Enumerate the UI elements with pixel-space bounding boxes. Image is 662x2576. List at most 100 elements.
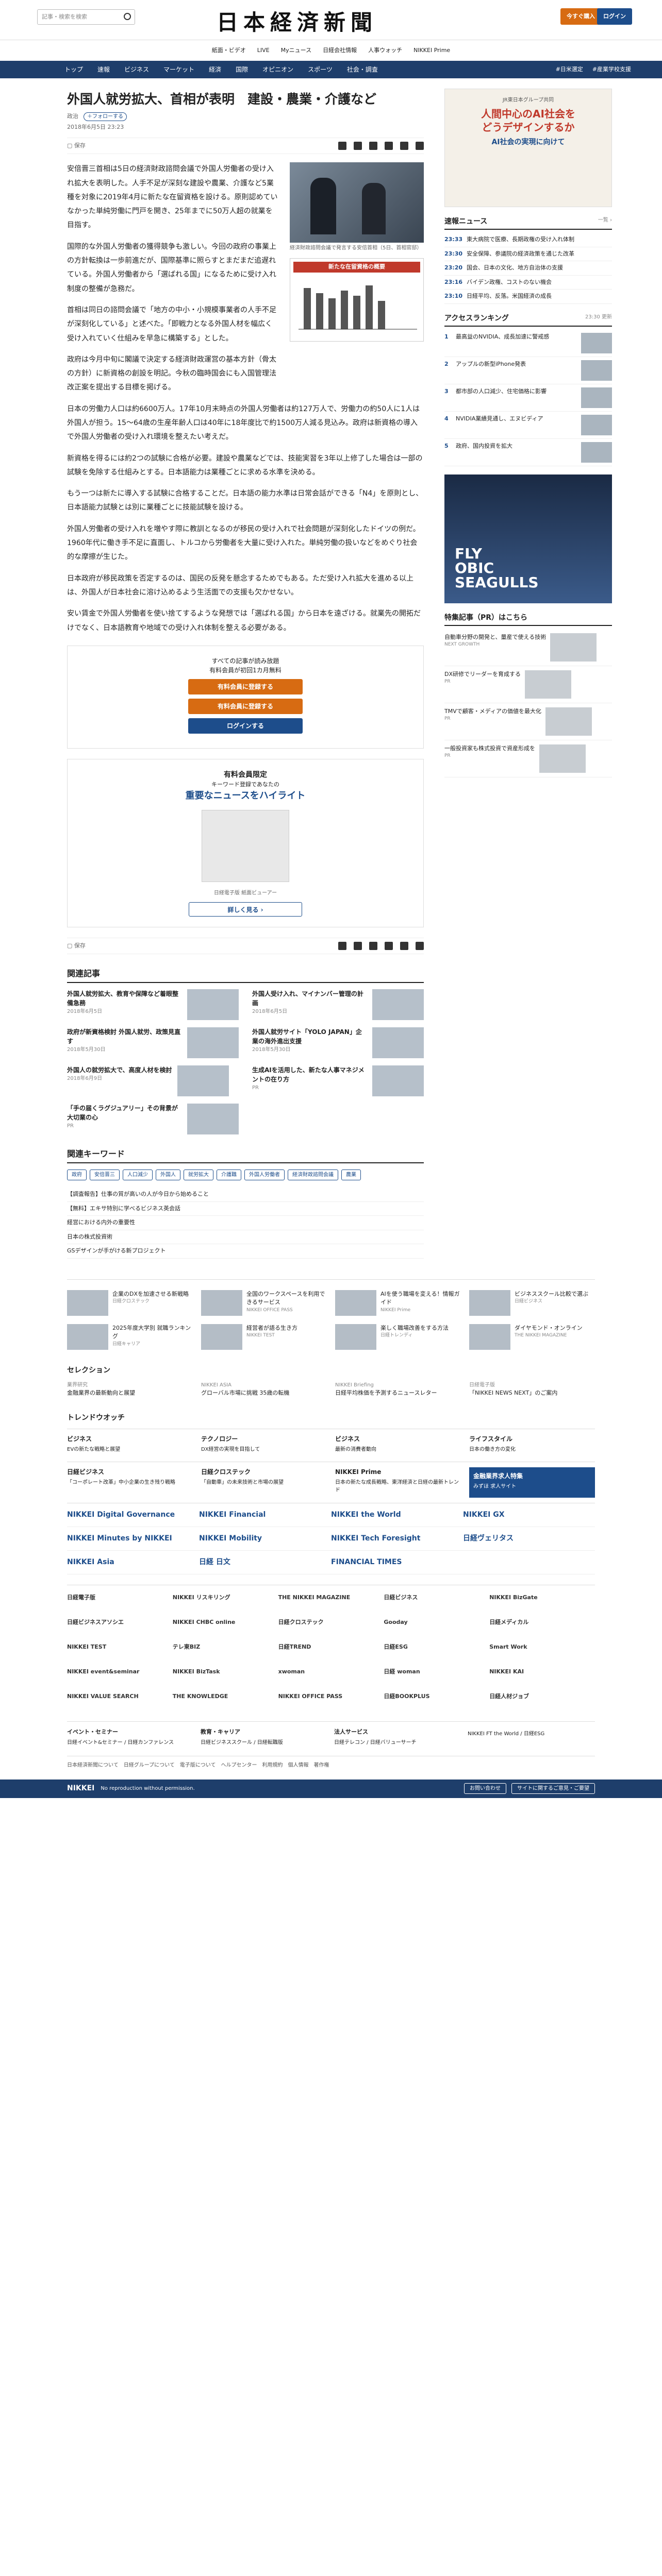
brand-link[interactable]: NIKKEI Asia (67, 1551, 199, 1575)
facebook-icon[interactable] (400, 142, 408, 150)
util-link[interactable]: LIVE (257, 46, 270, 55)
register-button-2[interactable]: 有料会員に登録する (188, 698, 303, 714)
contact-button[interactable]: お問い合わせ (464, 1783, 506, 1794)
nav-item[interactable]: 社会・調査 (347, 65, 378, 74)
related-item[interactable]: 外国人の就労拡大で、高度人材を検討 2018年6月9日 (67, 1065, 239, 1097)
keyword-tag[interactable]: 経済財政諮問会議 (288, 1170, 338, 1181)
save-icon[interactable]: ▢ 保存 (67, 142, 86, 150)
pr-item[interactable]: 一般投資家も株式投資で資産形成を PR (444, 740, 612, 777)
pr-item[interactable]: TMVで顧客・メディアの価値を最大化 PR (444, 703, 612, 740)
keyword-tag[interactable]: 農業 (341, 1170, 361, 1181)
news-more-link[interactable]: 一覧 › (598, 216, 612, 227)
brand-link[interactable]: NIKKEI Tech Foresight (331, 1527, 463, 1551)
news-item[interactable]: 23:16 バイデン政権、コストのない機会 (444, 276, 612, 290)
trend-item[interactable]: ライフスタイル 日本の働き方の変化 (469, 1434, 595, 1453)
promo-link[interactable]: 【無料】エキサ特別に学べるビジネス英会話 (67, 1202, 424, 1216)
nav-item[interactable]: トップ (64, 65, 83, 74)
selection-item[interactable]: 業界研究 金融業界の最新動向と展望 (67, 1381, 193, 1398)
service-brand[interactable]: Gooday (384, 1610, 489, 1635)
keyword-tag[interactable]: 外国人労働者 (244, 1170, 285, 1181)
keyword-tag[interactable]: 政府 (67, 1170, 87, 1181)
util-link[interactable]: Myニュース (281, 46, 311, 55)
service-item[interactable]: 日経ビジネス 「コーポレート改革」中小企業の生き残り戦略 (67, 1467, 193, 1498)
print-icon[interactable] (338, 142, 346, 150)
news-item[interactable]: 23:20 国会、日本の文化、地方自治体の支援 (444, 261, 612, 276)
brand-link[interactable] (463, 1551, 595, 1575)
nav-item[interactable]: ビジネス (124, 65, 149, 74)
selection-item[interactable]: 日経電子版 「NIKKEI NEWS NEXT」のご案内 (469, 1381, 595, 1398)
selection-item[interactable]: NIKKEI ASIA グローバル市場に挑戦 35歳の転機 (201, 1381, 327, 1398)
brand-link[interactable]: 日経ヴェリタス (463, 1527, 595, 1551)
util-link[interactable]: 日経会社情報 (323, 46, 357, 55)
related-item[interactable]: 「手の届くラグジュアリー」その背景が大切業の心 PR (67, 1104, 239, 1135)
print-icon[interactable] (338, 942, 346, 951)
promo-card[interactable]: 全国のワークスペースを利用できるサービス NIKKEI OFFICE PASS (201, 1290, 327, 1316)
gift-icon[interactable] (354, 942, 362, 951)
brand-link[interactable]: NIKKEI Financial (199, 1503, 331, 1528)
trend-item[interactable]: ビジネス 最新の消費者動向 (335, 1434, 461, 1453)
related-item[interactable]: 政府が新資格検討 外国人就労、政策見直す 2018年5月30日 (67, 1027, 239, 1059)
service-brand[interactable]: 日経 woman (384, 1659, 489, 1684)
site-logo[interactable]: 日本経済新聞 (217, 6, 377, 39)
promo-card[interactable]: 経営者が語る生き方 NIKKEI TEST (201, 1324, 327, 1350)
brand-link[interactable]: NIKKEI Minutes by NIKKEI (67, 1527, 199, 1551)
service-item[interactable]: 金融業界求人特集 みずほ 求人サイト (469, 1467, 595, 1498)
login-button[interactable]: ログイン (597, 8, 632, 25)
service-brand[interactable]: NIKKEI BizTask (173, 1659, 278, 1684)
related-item[interactable]: 外国人就労サイト「YOLO JAPAN」企業の海外進出支援 2018年5月30日 (252, 1027, 424, 1059)
promo-card[interactable]: 企業のDXを加速させる新戦略 日経クロステック (67, 1290, 193, 1316)
trend-item[interactable]: テクノロジー DX経営の実現を目指して (201, 1434, 327, 1453)
nav-item[interactable]: 国際 (236, 65, 248, 74)
news-item[interactable]: 23:30 安全保障、参議院の経済政策を通じた改革 (444, 247, 612, 261)
sports-ad[interactable]: FLY OBIC SEAGULLS (444, 474, 612, 603)
service-brand[interactable]: NIKKEI BizGate (489, 1585, 595, 1610)
ranking-item[interactable]: 5 政府、国内投資を拡大 (444, 439, 612, 466)
link-icon[interactable] (416, 142, 424, 150)
link-icon[interactable] (416, 942, 424, 951)
keyword-tag[interactable]: 外国人 (156, 1170, 180, 1181)
search-input[interactable]: 記事・検索を検索 (37, 9, 135, 25)
service-brand[interactable]: NIKKEI OFFICE PASS (278, 1684, 384, 1709)
mail-icon[interactable] (369, 142, 377, 150)
service-brand[interactable]: NIKKEI KAI (489, 1659, 595, 1684)
ranking-item[interactable]: 2 アップルの新型iPhone発表 (444, 357, 612, 384)
service-brand[interactable]: 日経BOOKPLUS (384, 1684, 489, 1709)
promo-link[interactable]: GSデザインが手がける新プロジェクト (67, 1244, 424, 1259)
service-brand[interactable]: Smart Work (489, 1635, 595, 1659)
service-brand[interactable]: 日経ビジネス (384, 1585, 489, 1610)
keyword-tag[interactable]: 安倍晋三 (90, 1170, 120, 1181)
search-icon[interactable] (124, 13, 131, 20)
keyword-tag[interactable]: 就労拡大 (184, 1170, 213, 1181)
gift-icon[interactable] (354, 142, 362, 150)
service-brand[interactable]: テレ東BIZ (173, 1635, 278, 1659)
service-brand[interactable]: NIKKEI VALUE SEARCH (67, 1684, 173, 1709)
promo-card[interactable]: ビジネススクール比較で選ぶ 日経ビジネス (469, 1290, 595, 1316)
nav-item[interactable]: 速報 (97, 65, 110, 74)
ranking-item[interactable]: 1 最高益のNVIDIA、成長加速に警戒感 (444, 330, 612, 357)
service-brand[interactable]: NIKKEI event&seminar (67, 1659, 173, 1684)
footer-bottom-links[interactable]: 日本経済新聞について 日経グループについて 電子版について ヘルプセンター 利用… (67, 1755, 595, 1774)
service-brand[interactable]: 日経TREND (278, 1635, 384, 1659)
promo-link[interactable]: 日本の株式投資術 (67, 1230, 424, 1245)
section-label[interactable]: 政治 (67, 112, 78, 121)
service-item[interactable]: 日経クロステック 「自動車」の未来技術と市場の展望 (201, 1467, 327, 1498)
brand-link[interactable]: NIKKEI GX (463, 1503, 595, 1528)
service-item[interactable]: NIKKEI Prime 日本の新たな成長戦略、東洋経済と日経の最新トレンド (335, 1467, 461, 1498)
service-brand[interactable]: NIKKEI TEST (67, 1635, 173, 1659)
mail-icon[interactable] (369, 942, 377, 951)
subscribe-button[interactable]: 今すぐ購入 (560, 8, 601, 25)
util-link[interactable]: NIKKEI Prime (413, 46, 450, 55)
promo-card[interactable]: 2025年度大学別 就職ランキング 日経キャリア (67, 1324, 193, 1350)
brand-link[interactable]: NIKKEI Mobility (199, 1527, 331, 1551)
footer-link[interactable]: 日経ビジネススクール / 日経転職版 (201, 1740, 283, 1745)
brand-link[interactable]: NIKKEI the World (331, 1503, 463, 1528)
service-brand[interactable]: 日経ESG (384, 1635, 489, 1659)
feedback-button[interactable]: サイトに関するご意見・ご要望 (511, 1783, 595, 1794)
details-button[interactable]: 詳しく見る › (189, 902, 302, 917)
related-item[interactable]: 生成AIを活用した、新たな人事マネジメントの在り方 PR (252, 1065, 424, 1097)
save-icon[interactable]: ▢ 保存 (67, 942, 86, 951)
pr-item[interactable]: DX研修でリーダーを育成する PR (444, 666, 612, 703)
brand-link[interactable]: 日経 日文 (199, 1551, 331, 1575)
nav-item[interactable]: 経済 (209, 65, 221, 74)
service-brand[interactable]: NIKKEI リスキリング (173, 1585, 278, 1610)
